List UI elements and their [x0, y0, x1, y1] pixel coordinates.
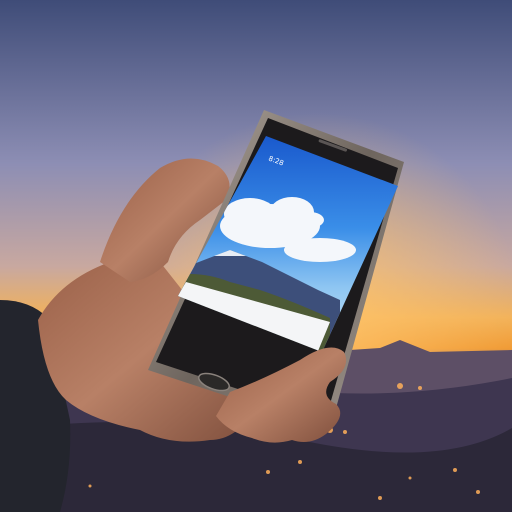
photo-scene [0, 0, 512, 512]
